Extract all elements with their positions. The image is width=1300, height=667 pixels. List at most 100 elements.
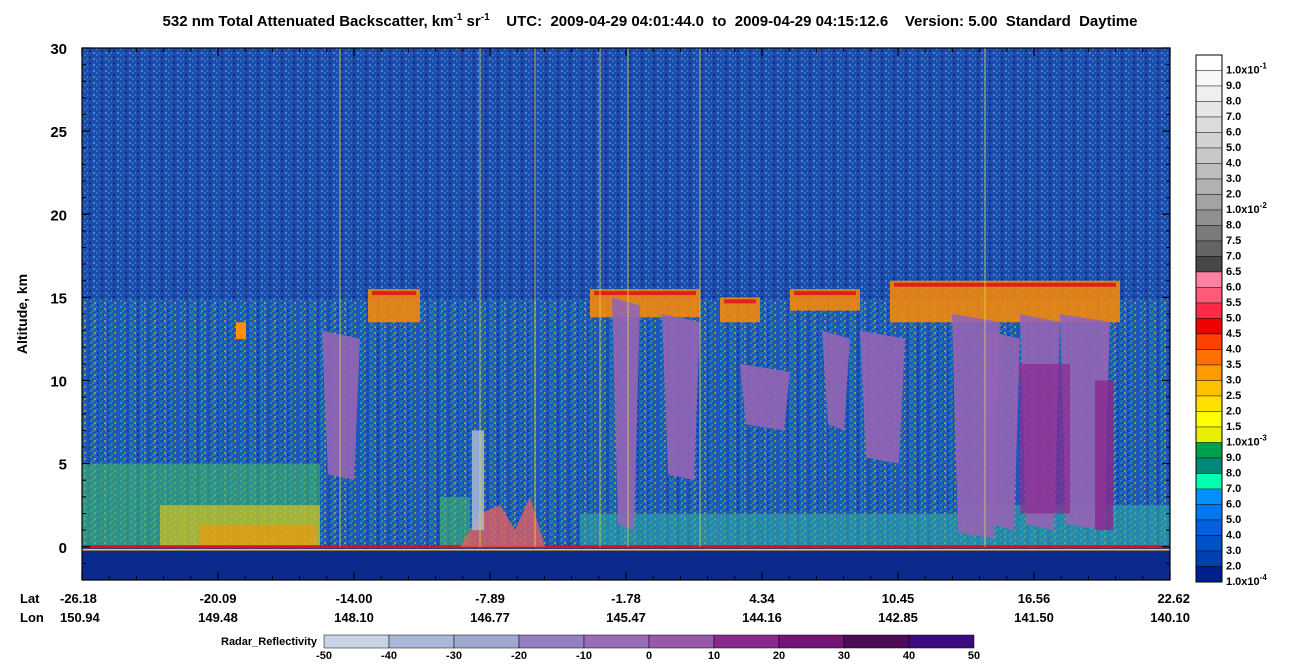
- radar-colorbar-tick-label: 20: [773, 650, 785, 662]
- radar-colorbar-swatch: [453, 634, 520, 649]
- lat-tick-label: 22.62: [1157, 591, 1190, 606]
- colorbar-swatch: [1195, 70, 1223, 87]
- colorbar-swatch: [1195, 380, 1223, 397]
- colorbar-label: 1.0x10-2: [1226, 201, 1267, 216]
- colorbar-label: 4.0: [1226, 530, 1241, 542]
- lat-row-label: Lat: [20, 591, 40, 606]
- colorbar-swatch: [1195, 473, 1223, 490]
- y-tick-label: 5: [59, 457, 67, 474]
- radar-cloud-core: [1095, 380, 1113, 531]
- colorbar-swatch: [1195, 256, 1223, 273]
- colorbar-swatch: [1195, 504, 1223, 521]
- lon-tick-label: 142.85: [878, 610, 918, 625]
- chart-svg: 302520151050 Altitude, km -26.18150.94-2…: [14, 41, 1267, 662]
- colorbar-label: 2.0: [1226, 189, 1241, 201]
- radar-cloud-curtain: [472, 430, 484, 531]
- radar-colorbar-tick-label: -50: [316, 650, 332, 662]
- cirrus-cloud-top: [890, 280, 1120, 323]
- cirrus-cloud-core: [724, 299, 756, 304]
- y-tick-label: 10: [50, 374, 67, 391]
- lon-tick-label: 145.47: [606, 610, 646, 625]
- lat-tick-label: -14.00: [336, 591, 373, 606]
- colorbar-label: 7.0: [1226, 111, 1241, 123]
- lon-tick-label: 149.48: [198, 610, 238, 625]
- radar-cloud-curtain: [322, 330, 360, 481]
- colorbar-swatch: [1195, 442, 1223, 459]
- radar-colorbar-swatch: [648, 634, 715, 649]
- lon-row-label: Lon: [20, 610, 44, 625]
- cirrus-cloud-core: [372, 291, 416, 296]
- colorbar-swatch: [1195, 132, 1223, 149]
- colorbar-label: 5.0: [1226, 514, 1241, 526]
- colorbar-swatch: [1195, 318, 1223, 335]
- backscatter-colorbar: 1.0x10-19.08.07.06.05.04.03.02.01.0x10-2…: [1195, 54, 1267, 588]
- radar-colorbar-swatch: [843, 634, 910, 649]
- colorbar-label: 7.0: [1226, 483, 1241, 495]
- colorbar-swatch: [1195, 364, 1223, 381]
- cirrus-cloud-core: [794, 291, 856, 296]
- colorbar-swatch: [1195, 426, 1223, 443]
- colorbar-label: 7.5: [1226, 235, 1241, 247]
- colorbar-label: 3.0: [1226, 375, 1241, 387]
- colorbar-swatch: [1195, 116, 1223, 133]
- colorbar-label: 8.0: [1226, 96, 1241, 108]
- colorbar-label: 2.0: [1226, 406, 1241, 418]
- colorbar-swatch: [1195, 302, 1223, 319]
- colorbar-label: 9.0: [1226, 452, 1241, 464]
- colorbar-label: 8.0: [1226, 220, 1241, 232]
- lon-tick-label: 148.10: [334, 610, 374, 625]
- colorbar-label: 1.0x10-3: [1226, 434, 1267, 449]
- colorbar-swatch: [1195, 349, 1223, 366]
- radar-cloud-curtain: [662, 314, 700, 481]
- colorbar-label: 7.0: [1226, 251, 1241, 263]
- radar-colorbar-swatch: [583, 634, 650, 649]
- lon-tick-label: 150.94: [60, 610, 101, 625]
- radar-colorbar-tick-label: -30: [446, 650, 462, 662]
- colorbar-swatch: [1195, 395, 1223, 412]
- colorbar-swatch: [1195, 411, 1223, 428]
- colorbar-label: 2.5: [1226, 390, 1241, 402]
- cirrus-cloud-core: [594, 291, 696, 296]
- radar-colorbar-swatch: [908, 634, 975, 649]
- colorbar-swatch: [1195, 488, 1223, 505]
- colorbar-swatch: [1195, 101, 1223, 118]
- radar-colorbar-tick-label: 0: [646, 650, 652, 662]
- colorbar-swatch: [1195, 225, 1223, 242]
- colorbar-label: 6.5: [1226, 266, 1241, 278]
- colorbar-label: 3.0: [1226, 173, 1241, 185]
- radar-colorbar: -50 -40 -30 -20 -10 0 10 20 30 40 50: [316, 634, 980, 662]
- lat-tick-label: 16.56: [1018, 591, 1051, 606]
- radar-colorbar-swatch: [713, 634, 780, 649]
- lon-tick-label: 140.10: [1150, 610, 1190, 625]
- colorbar-swatch: [1195, 85, 1223, 102]
- radar-colorbar-tick-label: -20: [511, 650, 527, 662]
- colorbar-swatch: [1195, 287, 1223, 304]
- lat-tick-label: -1.78: [611, 591, 641, 606]
- radar-colorbar-tick-label: 40: [903, 650, 915, 662]
- colorbar-swatch: [1195, 566, 1223, 583]
- colorbar-swatch: [1195, 457, 1223, 474]
- radar-cloud-curtain: [740, 363, 790, 431]
- colorbar-swatch: [1195, 209, 1223, 226]
- y-tick-label: 30: [50, 41, 67, 58]
- y-tick-label: 0: [59, 540, 67, 557]
- radar-colorbar-swatch: [388, 634, 455, 649]
- colorbar-label: 9.0: [1226, 80, 1241, 92]
- boundary-layer-aerosol: [580, 513, 960, 547]
- colorbar-label: 3.5: [1226, 359, 1241, 371]
- colorbar-label: 4.0: [1226, 158, 1241, 170]
- colorbar-swatch: [1195, 54, 1223, 71]
- radar-colorbar-tick-label: -10: [576, 650, 592, 662]
- colorbar-label: 5.5: [1226, 297, 1241, 309]
- radar-colorbar-tick-label: -40: [381, 650, 397, 662]
- colorbar-swatch: [1195, 178, 1223, 195]
- radar-colorbar-tick-label: 30: [838, 650, 850, 662]
- colorbar-label: 6.0: [1226, 127, 1241, 139]
- y-tick-label: 25: [50, 124, 67, 141]
- lat-tick-label: -7.89: [475, 591, 505, 606]
- colorbar-label: 1.0x10-4: [1226, 573, 1267, 588]
- colorbar-swatch: [1195, 519, 1223, 536]
- lon-tick-label: 141.50: [1014, 610, 1054, 625]
- radar-cloud-curtain: [860, 330, 905, 464]
- colorbar-label: 2.0: [1226, 561, 1241, 573]
